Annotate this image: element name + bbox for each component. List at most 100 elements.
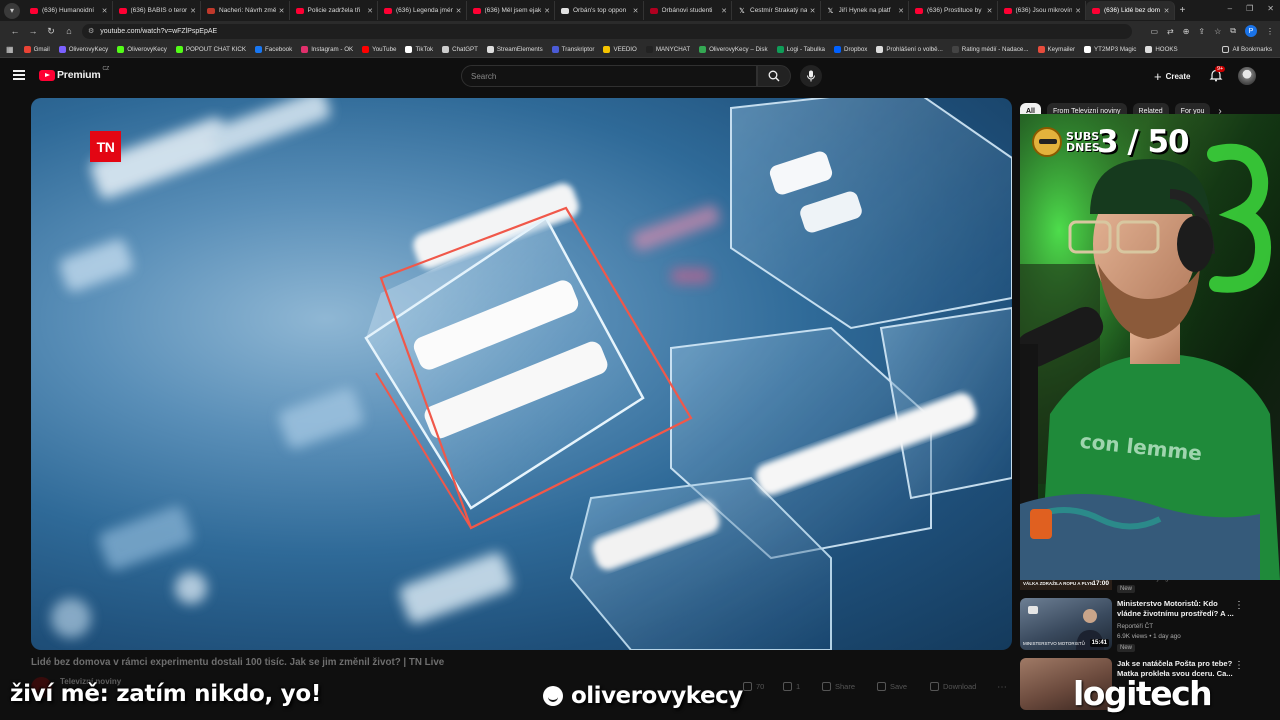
share-page-icon[interactable]: ⇪ [1198,27,1205,36]
browser-tab[interactable]: Policie zadržela tři ✕ [290,1,378,20]
like-count: 70 [756,682,765,691]
bookmark-item[interactable]: Logi - Tabulka [776,45,825,53]
bookmark-item[interactable]: OliverovyKecy [117,45,167,53]
tab-close-icon[interactable]: ✕ [987,7,993,15]
tab-close-icon[interactable]: ✕ [1164,7,1170,15]
tab-close-icon[interactable]: ✕ [190,7,196,15]
bookmark-item[interactable]: POPOUT CHAT KICK [175,45,246,53]
thumb-caption: VÁLKA ZDRAŽILA ROPU A PLYN [1023,581,1094,586]
browser-tab[interactable]: Orbánovi studenti ✕ [644,1,732,20]
reload-icon[interactable]: ↻ [42,26,60,37]
tab-close-icon[interactable]: ✕ [898,7,904,15]
bookmark-item[interactable]: OliverovyKecy [58,45,108,53]
search-input[interactable]: Search [461,65,757,87]
tab-close-icon[interactable]: ✕ [1075,7,1081,15]
tab-close-icon[interactable]: ✕ [102,7,108,15]
bookmark-star-icon[interactable]: ☆ [1214,27,1221,36]
all-bookmarks-button[interactable]: All Bookmarks [1222,45,1272,53]
tab-close-icon[interactable]: ✕ [456,7,462,15]
bookmark-favicon-icon [1145,45,1153,53]
bookmark-item[interactable]: Transkriptor [551,45,594,53]
download-button[interactable]: Download [930,682,976,691]
bookmark-item[interactable]: MANYCHAT [645,45,690,53]
translate-icon[interactable]: ⇄ [1167,27,1174,36]
bookmark-item[interactable]: TikTok [405,45,433,53]
back-icon[interactable]: ← [6,26,24,36]
share-button[interactable]: Share [822,682,855,691]
cast-icon[interactable]: ▭ [1150,27,1158,36]
bookmark-item[interactable]: VEEDIO [603,45,637,53]
bookmark-item[interactable]: Rating médií - Nadace... [951,45,1029,53]
browser-tab[interactable]: (636) Měl jsem ejak ✕ [467,1,555,20]
voice-search-button[interactable] [800,65,822,87]
browser-tab[interactable]: (636) Prostituce by ✕ [909,1,998,20]
browser-tab[interactable]: Orbán's top oppon ✕ [555,1,644,20]
bookmark-item[interactable]: Keymailer [1037,45,1076,53]
new-tab-icon[interactable]: + [1180,5,1186,16]
site-favicon-icon [561,7,569,14]
thumbs-down-icon [783,682,792,691]
bookmark-label: Keymailer [1047,45,1076,53]
tab-title: (636) Měl jsem ejak [484,7,542,14]
like-button[interactable]: 70 [743,682,764,691]
browser-menu-icon[interactable]: ⋮ [1266,27,1274,36]
tab-close-icon[interactable]: ✕ [633,7,639,15]
related-thumbnail[interactable]: MINISTERSTVO MOTORISTŮ 15:41 [1020,598,1112,650]
create-button[interactable]: + Create [1148,66,1197,86]
forward-icon[interactable]: → [24,26,42,36]
youtube-logo[interactable]: Premium CZ [39,66,110,81]
browser-tab[interactable]: (636) Humanoidní ✕ [24,1,113,20]
video-player[interactable]: TN [31,98,1012,650]
more-actions-icon[interactable]: ⋯ [997,682,1007,693]
url-field[interactable]: ⚙ youtube.com/watch?v=wFZlPspEpAE [82,23,1132,39]
subs-label: SUBS DNES [1066,130,1100,154]
bookmark-item[interactable]: Facebook [255,45,292,53]
tab-search-icon[interactable]: ▾ [4,2,20,19]
bookmark-item[interactable]: OliverovyKecy – Disk [699,45,768,53]
browser-tab[interactable]: (636) BABIŠ o teror ✕ [113,1,201,20]
bookmark-favicon-icon [876,45,884,53]
browser-tab[interactable]: (636) Lidé bez dom ✕ [1086,1,1175,20]
browser-tab[interactable]: Nacheri: Návrh změn ✕ [201,1,290,20]
extensions-icon[interactable]: ⧉ [1230,26,1236,36]
minimize-icon[interactable]: – [1228,4,1232,13]
browser-tab[interactable]: 𝕏 Čestmír Strakatý na ✕ [732,1,821,20]
bookmark-item[interactable]: Gmail [23,45,50,53]
tab-close-icon[interactable]: ✕ [810,7,816,15]
bookmark-item[interactable]: ChatGPT [442,45,478,53]
related-video-item[interactable]: MINISTERSTVO MOTORISTŮ 15:41 Ministerstv… [1020,598,1278,654]
tab-close-icon[interactable]: ✕ [367,7,373,15]
save-button[interactable]: Save [877,682,907,691]
bookmark-item[interactable]: Instagram - OK [301,45,353,53]
account-avatar[interactable] [1238,67,1256,85]
bookmark-item[interactable]: YT2MP3 Magic [1084,45,1136,53]
browser-tab[interactable]: (636) Legenda jmén ✕ [378,1,467,20]
bookmark-label: Dropbox [843,45,868,53]
tab-close-icon[interactable]: ✕ [544,7,550,15]
tab-close-icon[interactable]: ✕ [279,7,285,15]
bookmark-favicon-icon [551,45,559,53]
close-window-icon[interactable]: ✕ [1267,4,1274,13]
tab-close-icon[interactable]: ✕ [721,7,727,15]
dislike-button[interactable]: 1 [783,682,800,691]
home-icon[interactable]: ⌂ [60,26,78,36]
maximize-icon[interactable]: ❐ [1246,4,1253,13]
bookmark-item[interactable]: StreamElements [486,45,543,53]
browser-tab[interactable]: 𝕏 Jiří Hynek na platf ✕ [821,1,909,20]
bookmark-item[interactable]: YouTube [362,45,396,53]
related-title[interactable]: Ministerstvo Motoristů: Kdo vládne život… [1117,599,1237,619]
apps-grid-icon[interactable]: ▦ [6,45,14,54]
bookmark-item[interactable]: HOOKS [1145,45,1178,53]
browser-tab[interactable]: (636) Jsou mikrovín ✕ [998,1,1086,20]
bookmark-item[interactable]: Prohlášení o volbě... [876,45,943,53]
site-info-icon[interactable]: ⚙ [88,27,94,35]
logo-region: CZ [102,66,110,72]
zoom-icon[interactable]: ⊕ [1183,27,1190,36]
more-options-icon[interactable]: ⋮ [1234,600,1244,611]
bookmark-item[interactable]: Dropbox [833,45,868,53]
more-options-icon[interactable]: ⋮ [1234,660,1244,671]
profile-avatar[interactable]: P [1245,25,1257,37]
guide-menu-icon[interactable] [13,70,25,80]
search-button[interactable] [757,65,791,87]
related-channel[interactable]: Reportéři ČT [1117,623,1153,630]
